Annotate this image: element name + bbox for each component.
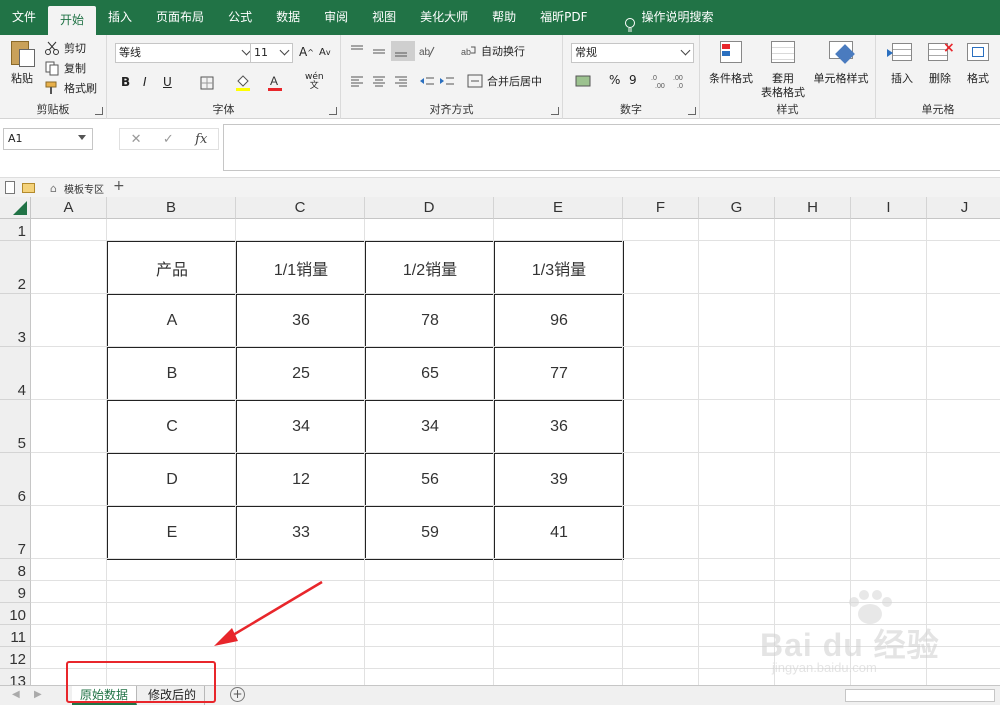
horizontal-scrollbar[interactable] (845, 689, 995, 702)
watermark-url: jingyan.baidu.com (772, 660, 877, 675)
annotation-highlight-box (66, 661, 216, 703)
scroll-right-icon[interactable]: ▶ (34, 689, 42, 700)
baidu-watermark: Bai du 经验 jingyan.baidu.com (760, 590, 980, 685)
scroll-left-icon[interactable]: ◀ (12, 689, 20, 700)
add-sheet-button[interactable]: + (230, 687, 245, 702)
